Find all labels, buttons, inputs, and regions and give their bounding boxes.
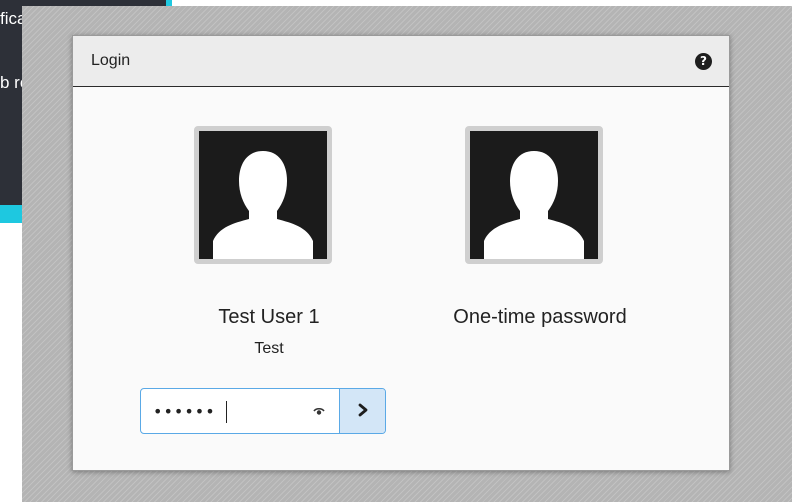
user-name: Test User 1 [218,306,320,328]
avatar-frame[interactable] [194,126,332,264]
chevron-right-icon [357,402,369,421]
avatar-frame[interactable] [465,126,603,264]
user-subtitle: Test [254,340,284,357]
user-silhouette-icon [199,131,327,259]
password-input-group [140,388,386,434]
question-circle-icon[interactable]: ? [695,53,712,70]
text-caret [226,401,227,423]
submit-login-button[interactable] [339,389,385,433]
dialog-header: Login ? [73,36,729,87]
user-name: One-time password [453,306,627,328]
dialog-title: Login [91,52,131,69]
login-dialog: Login ? Test User 1 Test One-time passwo… [72,35,730,471]
user-silhouette-icon [470,131,598,259]
eye-icon[interactable] [311,403,327,419]
password-input[interactable] [141,389,339,433]
